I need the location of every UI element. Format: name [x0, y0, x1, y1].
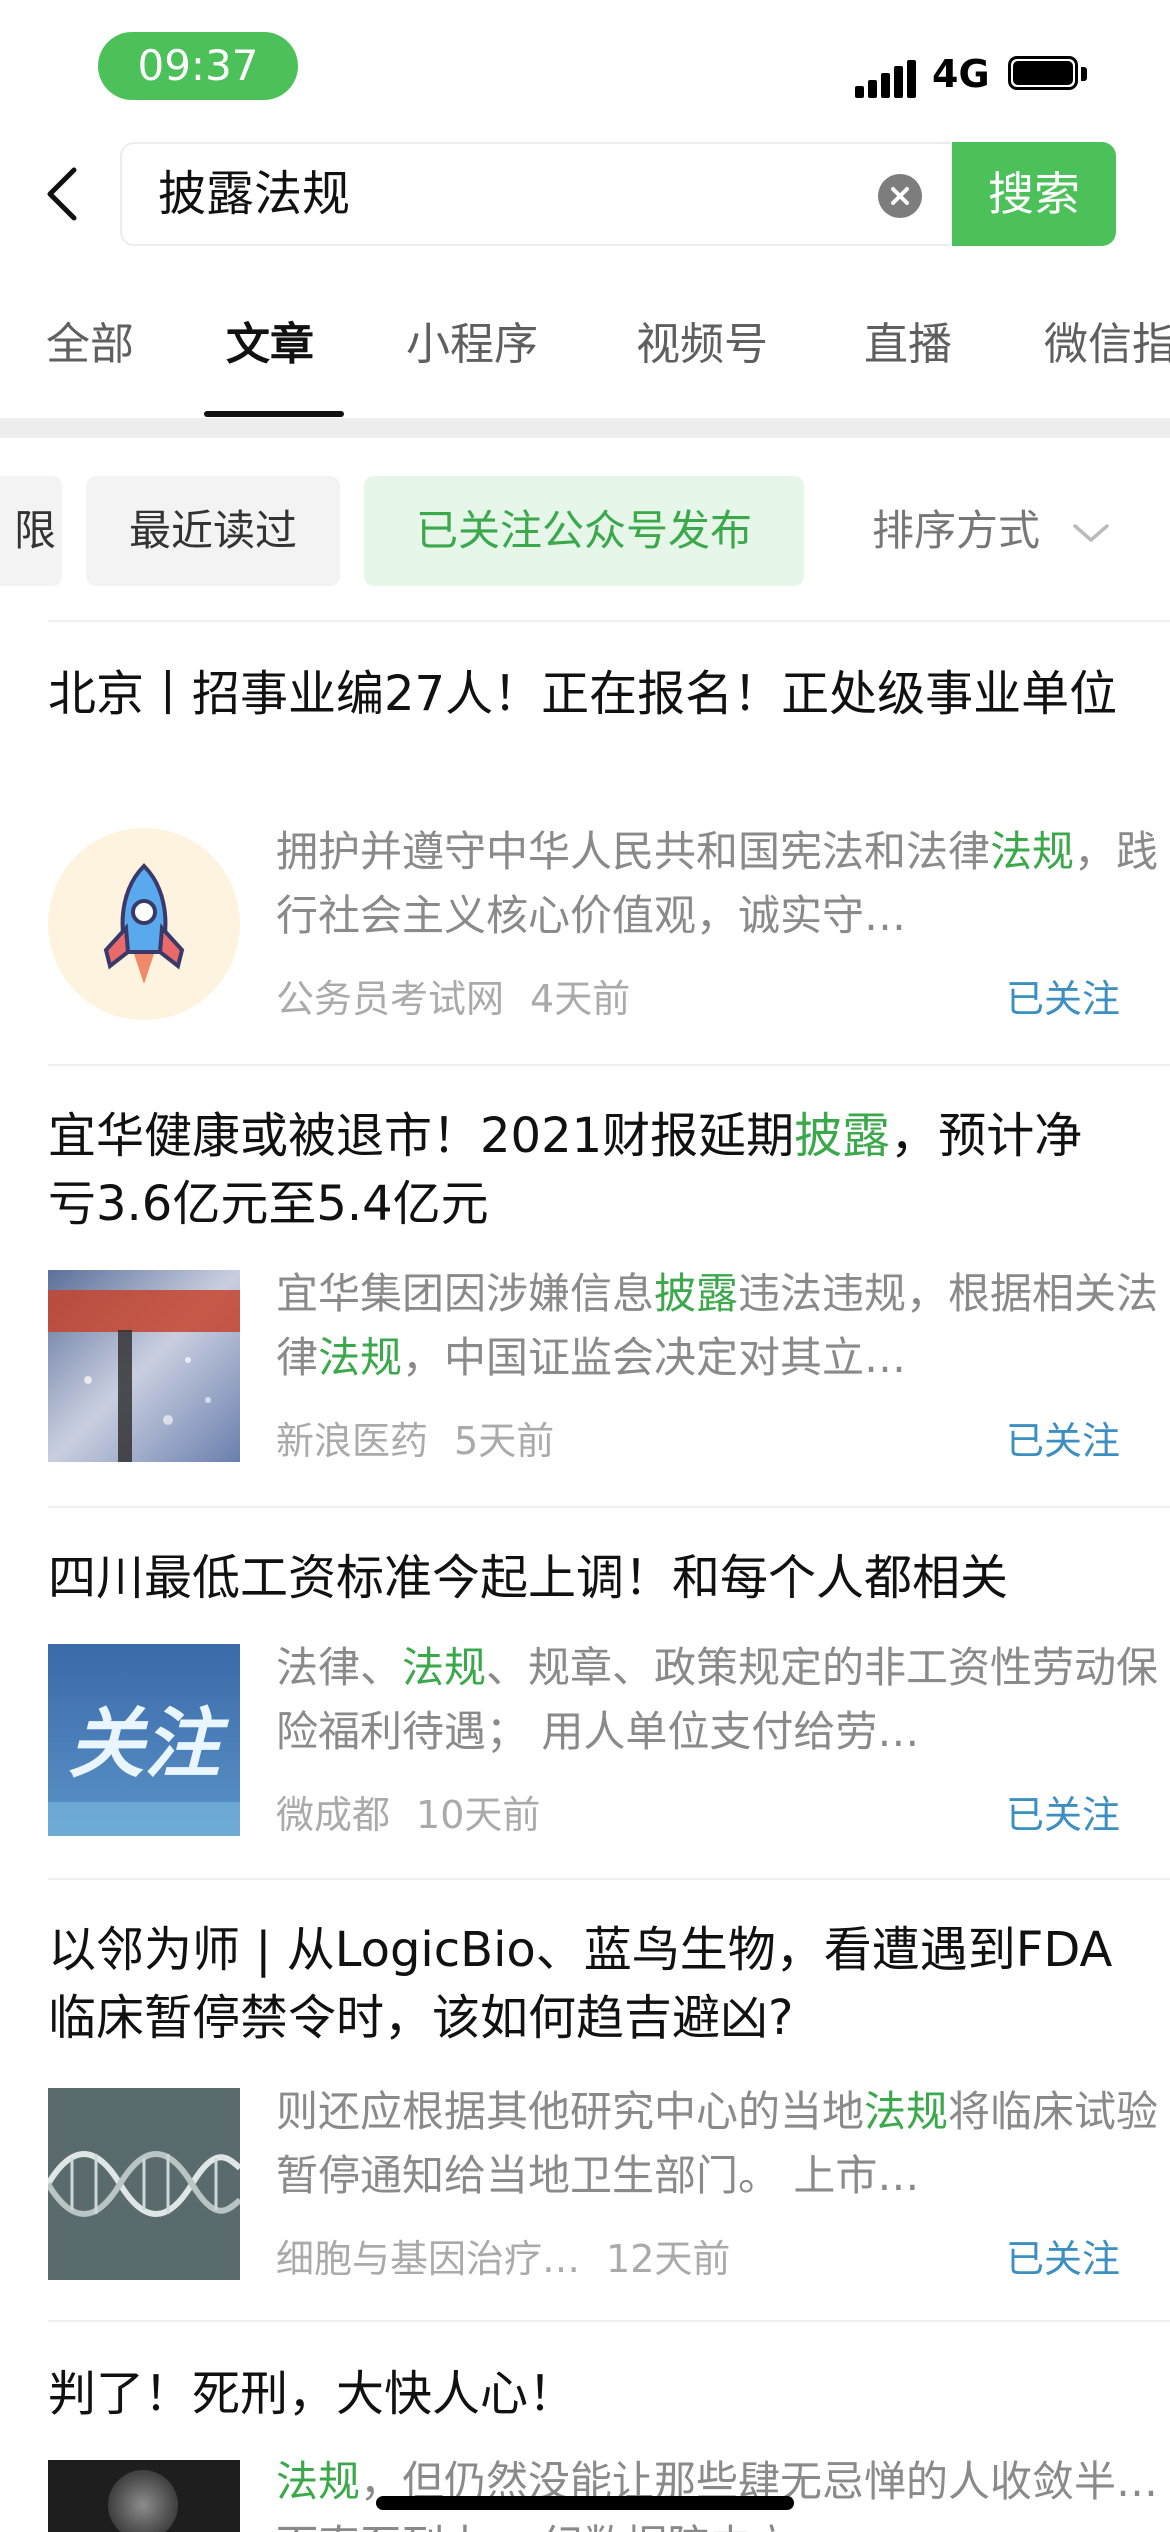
article-meta: 新浪医药 5天前	[276, 1410, 554, 1465]
article-title[interactable]: 四川最低工资标准今起上调！和每个人都相关	[48, 1544, 1118, 1612]
category-tabs: 全部 文章 小程序 视频号 直播 微信指	[0, 268, 1170, 418]
divider	[48, 1064, 1170, 1066]
close-icon	[891, 187, 909, 205]
article-thumbnail	[48, 1270, 240, 1462]
status-bar: 09:37 4G	[0, 0, 1170, 130]
divider	[48, 1878, 1170, 1880]
active-tab-indicator	[204, 411, 344, 417]
article-meta: 公务员考试网 4天前	[276, 968, 630, 1023]
divider	[48, 2320, 1170, 2322]
article-item[interactable]: 四川最低工资标准今起上调！和每个人都相关 关注 法律、法规、规章、政策规定的非工…	[48, 1544, 1170, 1880]
followed-badge: 已关注	[1005, 2237, 1120, 2281]
search-button[interactable]: 搜索	[952, 142, 1116, 246]
article-title[interactable]: 判了！死刑，大快人心！	[48, 2360, 1118, 2428]
filter-chip-recent[interactable]: 最近读过	[86, 476, 340, 586]
network-label: 4G	[932, 52, 990, 96]
article-time: 5天前	[454, 1419, 555, 1463]
article-title[interactable]: 宜华健康或被退市！2021财报延期披露，预计净亏3.6亿元至5.4亿元	[48, 1102, 1118, 1238]
article-thumbnail	[48, 2088, 240, 2280]
article-thumbnail	[48, 2460, 240, 2532]
dna-icon	[48, 2088, 240, 2280]
tab-channels[interactable]: 视频号	[636, 308, 768, 372]
article-thumbnail	[48, 828, 240, 1020]
tab-all[interactable]: 全部	[46, 308, 134, 372]
article-source[interactable]: 公务员考试网	[276, 977, 504, 1021]
article-time: 10天前	[416, 1793, 541, 1837]
tab-wechat-index[interactable]: 微信指	[1044, 308, 1170, 372]
divider	[48, 1506, 1170, 1508]
signal-icon	[855, 58, 916, 98]
article-meta: 微成都 10天前	[276, 1784, 540, 1839]
article-snippet: 拥护并遵守中华人民共和国宪法和法律法规，践行社会主义核心价值观，诚实守…	[276, 827, 1159, 940]
search-query[interactable]: 披露法规	[158, 144, 350, 244]
status-time: 09:37	[98, 32, 298, 100]
article-source[interactable]: 细胞与基因治疗…	[276, 2237, 580, 2281]
article-item[interactable]: 宜华健康或被退市！2021财报延期披露，预计净亏3.6亿元至5.4亿元 宜华集团…	[48, 1102, 1170, 1508]
tab-articles[interactable]: 文章	[226, 308, 314, 372]
article-title[interactable]: 北京丨招事业编27人！正在报名！正处级事业单位	[48, 660, 1118, 728]
article-meta: 细胞与基因治疗… 12天前	[276, 2228, 730, 2283]
followed-badge: 已关注	[1005, 1419, 1120, 1463]
chevron-left-icon	[47, 167, 77, 221]
tab-mini-programs[interactable]: 小程序	[406, 308, 538, 372]
chevron-down-icon	[1073, 523, 1110, 542]
home-indicator[interactable]	[376, 2496, 794, 2510]
article-snippet: 宜华集团因涉嫌信息披露违法违规，根据相关法律法规，中国证监会决定对其立…	[276, 1269, 1159, 1382]
dark-photo	[108, 2470, 178, 2532]
rain-window-photo	[48, 1270, 240, 1462]
thumbnail-text: 关注	[68, 1699, 220, 1788]
article-item[interactable]: 北京丨招事业编27人！正在报名！正处级事业单位 拥护并遵守中华人民共和国宪法和法…	[48, 660, 1170, 1066]
article-snippet: 法规，但仍然没能让那些肆无忌惮的人收敛半… 而直至列土， 纪数据院内立…	[276, 2457, 1159, 2532]
article-source[interactable]: 新浪医药	[276, 1419, 428, 1463]
article-thumbnail: 关注	[48, 1644, 240, 1836]
sort-dropdown[interactable]: 排序方式	[872, 476, 1132, 586]
followed-badge: 已关注	[1005, 977, 1120, 1021]
rocket-icon	[48, 828, 240, 1020]
battery-icon	[1008, 56, 1088, 94]
article-source[interactable]: 微成都	[276, 1793, 390, 1837]
followed-badge: 已关注	[1005, 1793, 1120, 1837]
divider	[48, 620, 1170, 622]
clear-button[interactable]	[878, 174, 922, 218]
filter-chip-followed[interactable]: 已关注公众号发布	[364, 476, 804, 586]
search-input[interactable]: 披露法规	[120, 142, 950, 246]
sort-label: 排序方式	[872, 506, 1041, 555]
article-time: 4天前	[530, 977, 631, 1021]
back-button[interactable]	[36, 160, 96, 228]
article-time: 12天前	[606, 2237, 731, 2281]
article-snippet: 则还应根据其他研究中心的当地法规将临床试验暂停通知给当地卫生部门。 上市…	[276, 2087, 1159, 2200]
section-separator	[0, 418, 1170, 438]
article-title[interactable]: 以邻为师 | 从LogicBio、蓝鸟生物，看遭遇到FDA临床暂停禁令时，该如何…	[48, 1916, 1118, 2052]
search-bar: 披露法规 搜索	[0, 138, 1170, 250]
article-snippet: 法律、法规、规章、政策规定的非工资性劳动保险福利待遇； 用人单位支付给劳…	[276, 1643, 1159, 1756]
filter-bar: 最近读过 已关注公众号发布 排序方式	[0, 476, 1170, 586]
article-item[interactable]: 以邻为师 | 从LogicBio、蓝鸟生物，看遭遇到FDA临床暂停禁令时，该如何…	[48, 1916, 1170, 2322]
tab-live[interactable]: 直播	[864, 308, 952, 372]
